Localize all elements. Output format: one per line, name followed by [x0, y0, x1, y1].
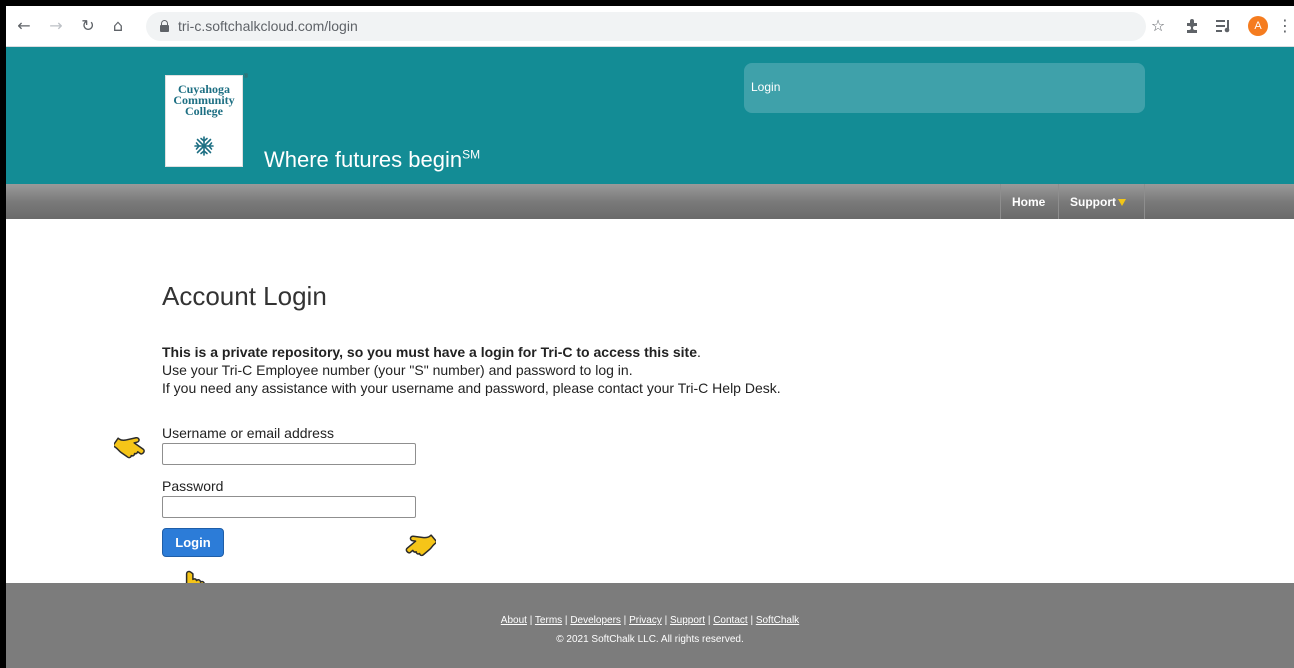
password-input[interactable] [162, 496, 416, 518]
logo-text: Cuyahoga Community College [173, 82, 235, 118]
nav-divider [1058, 184, 1059, 219]
site-header: Cuyahoga Community College ® Where futur… [6, 47, 1294, 184]
reload-icon[interactable]: ↻ [76, 14, 100, 38]
footer-link-contact[interactable]: Contact [713, 615, 747, 626]
header-login-label[interactable]: Login [751, 80, 780, 94]
main-nav: Home Support [6, 184, 1294, 219]
menu-icon[interactable]: ⋮ [1276, 14, 1294, 38]
tagline: Where futures beginSM [264, 147, 481, 172]
pointing-hand-icon [114, 436, 145, 459]
intro-text: This is a private repository, so you mus… [162, 344, 781, 396]
nav-divider [1144, 184, 1145, 219]
college-logo[interactable]: Cuyahoga Community College ® [165, 74, 248, 167]
copyright-text: © 2021 SoftChalk LLC. All rights reserve… [556, 634, 744, 645]
intro-line: Use your Tri-C Employee number (your "S"… [162, 362, 633, 378]
password-label: Password [162, 478, 224, 494]
browser-window: ← → ↻ ⌂ tri-c.softchalkcloud.com/login ☆… [6, 6, 1294, 668]
footer-link-developers[interactable]: Developers [570, 615, 621, 626]
header-login-box[interactable]: Login [744, 63, 1145, 113]
browser-toolbar: ← → ↻ ⌂ tri-c.softchalkcloud.com/login ☆… [6, 6, 1294, 47]
intro-bold: This is a private repository, so you mus… [162, 344, 698, 360]
username-label: Username or email address [162, 425, 334, 441]
caret-down-icon [1118, 199, 1126, 206]
footer-link-support[interactable]: Support [670, 615, 705, 626]
login-button[interactable]: Login [162, 528, 224, 557]
extensions-icon[interactable] [1180, 14, 1204, 38]
username-input[interactable] [162, 443, 416, 465]
url-text[interactable]: tri-c.softchalkcloud.com/login [178, 18, 358, 34]
forward-icon[interactable]: → [44, 14, 68, 38]
footer-link-about[interactable]: About [501, 615, 527, 626]
footer-link-terms[interactable]: Terms [535, 615, 562, 626]
site-footer: About | Terms | Developers | Privacy | S… [6, 583, 1294, 668]
nav-item-support[interactable]: Support [1070, 195, 1126, 209]
page-title: Account Login [162, 281, 327, 311]
snowflake-icon [194, 136, 214, 156]
nav-divider [1000, 184, 1001, 219]
home-icon[interactable]: ⌂ [106, 14, 130, 38]
intro-line: If you need any assistance with your use… [162, 380, 781, 396]
lock-icon[interactable] [160, 20, 169, 32]
footer-links: About | Terms | Developers | Privacy | S… [500, 615, 800, 626]
registered-mark: ® [243, 74, 248, 80]
nav-item-home[interactable]: Home [1012, 195, 1045, 209]
media-icon[interactable] [1212, 14, 1236, 38]
back-icon[interactable]: ← [12, 14, 36, 38]
footer-link-privacy[interactable]: Privacy [629, 615, 662, 626]
footer-link-softchalk[interactable]: SoftChalk [756, 615, 799, 626]
avatar[interactable]: A [1248, 16, 1268, 36]
star-icon[interactable]: ☆ [1146, 14, 1170, 38]
pointing-hand-icon [405, 534, 436, 557]
address-bar[interactable]: tri-c.softchalkcloud.com/login [146, 12, 1146, 41]
service-mark: SM [462, 147, 481, 162]
